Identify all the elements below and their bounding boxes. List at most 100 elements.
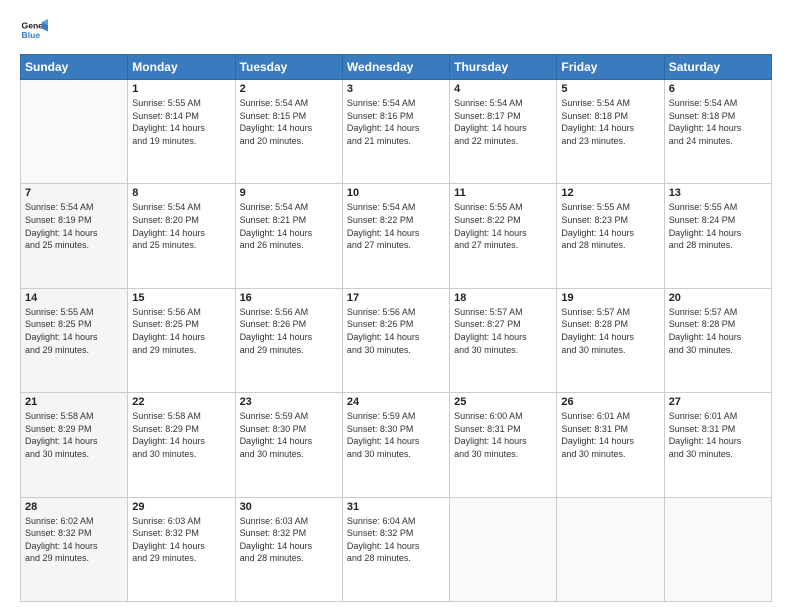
day-info: Sunrise: 5:56 AM Sunset: 8:25 PM Dayligh… (132, 306, 230, 356)
day-number: 13 (669, 187, 767, 199)
day-number: 6 (669, 83, 767, 95)
svg-text:Blue: Blue (22, 30, 41, 40)
day-number: 1 (132, 83, 230, 95)
day-info: Sunrise: 5:55 AM Sunset: 8:24 PM Dayligh… (669, 201, 767, 251)
calendar-cell: 19 Sunrise: 5:57 AM Sunset: 8:28 PM Dayli… (557, 288, 664, 392)
calendar-cell: 30 Sunrise: 6:03 AM Sunset: 8:32 PM Dayli… (235, 497, 342, 601)
day-number: 17 (347, 292, 445, 304)
calendar-cell: 9Sunrise: 5:54 AM Sunset: 8:21 PM Daylig… (235, 184, 342, 288)
day-number: 3 (347, 83, 445, 95)
col-friday: Friday (557, 55, 664, 80)
day-info: Sunrise: 5:54 AM Sunset: 8:20 PM Dayligh… (132, 201, 230, 251)
page: General Blue Sunday Monday Tuesday Wedne… (0, 0, 792, 612)
header: General Blue (20, 16, 772, 44)
calendar-cell: 1 Sunrise: 5:55 AM Sunset: 8:14 PM Daylig… (128, 80, 235, 184)
day-number: 4 (454, 83, 552, 95)
calendar-cell (450, 497, 557, 601)
logo: General Blue (20, 16, 48, 44)
calendar-cell: 4 Sunrise: 5:54 AM Sunset: 8:17 PM Daylig… (450, 80, 557, 184)
day-info: Sunrise: 5:58 AM Sunset: 8:29 PM Dayligh… (25, 410, 123, 460)
calendar-cell: 5 Sunrise: 5:54 AM Sunset: 8:18 PM Daylig… (557, 80, 664, 184)
logo-icon: General Blue (20, 16, 48, 44)
day-info: Sunrise: 5:58 AM Sunset: 8:29 PM Dayligh… (132, 410, 230, 460)
calendar-cell: 28 Sunrise: 6:02 AM Sunset: 8:32 PM Dayli… (21, 497, 128, 601)
day-number: 29 (132, 501, 230, 513)
day-number: 10 (347, 187, 445, 199)
day-number: 20 (669, 292, 767, 304)
calendar-cell: 26 Sunrise: 6:01 AM Sunset: 8:31 PM Dayli… (557, 393, 664, 497)
calendar-cell (664, 497, 771, 601)
day-number: 22 (132, 396, 230, 408)
day-info: Sunrise: 5:55 AM Sunset: 8:23 PM Dayligh… (561, 201, 659, 251)
day-number: 8 (132, 187, 230, 199)
calendar-header: Sunday Monday Tuesday Wednesday Thursday… (21, 55, 772, 80)
day-number: 27 (669, 396, 767, 408)
calendar-cell: 22 Sunrise: 5:58 AM Sunset: 8:29 PM Dayli… (128, 393, 235, 497)
calendar-cell (21, 80, 128, 184)
day-number: 18 (454, 292, 552, 304)
calendar-table: Sunday Monday Tuesday Wednesday Thursday… (20, 54, 772, 602)
day-info: Sunrise: 5:54 AM Sunset: 8:18 PM Dayligh… (561, 97, 659, 147)
day-info: Sunrise: 6:03 AM Sunset: 8:32 PM Dayligh… (240, 515, 338, 565)
day-info: Sunrise: 6:03 AM Sunset: 8:32 PM Dayligh… (132, 515, 230, 565)
calendar-cell: 16 Sunrise: 5:56 AM Sunset: 8:26 PM Dayli… (235, 288, 342, 392)
day-info: Sunrise: 6:04 AM Sunset: 8:32 PM Dayligh… (347, 515, 445, 565)
calendar-cell: 25 Sunrise: 6:00 AM Sunset: 8:31 PM Dayli… (450, 393, 557, 497)
day-info: Sunrise: 5:55 AM Sunset: 8:25 PM Dayligh… (25, 306, 123, 356)
day-number: 15 (132, 292, 230, 304)
day-info: Sunrise: 6:02 AM Sunset: 8:32 PM Dayligh… (25, 515, 123, 565)
day-info: Sunrise: 5:59 AM Sunset: 8:30 PM Dayligh… (240, 410, 338, 460)
day-info: Sunrise: 5:54 AM Sunset: 8:16 PM Dayligh… (347, 97, 445, 147)
day-info: Sunrise: 5:55 AM Sunset: 8:14 PM Dayligh… (132, 97, 230, 147)
calendar-cell: 23 Sunrise: 5:59 AM Sunset: 8:30 PM Dayli… (235, 393, 342, 497)
day-number: 14 (25, 292, 123, 304)
calendar-body: 1 Sunrise: 5:55 AM Sunset: 8:14 PM Daylig… (21, 80, 772, 602)
calendar-cell: 20 Sunrise: 5:57 AM Sunset: 8:28 PM Dayli… (664, 288, 771, 392)
day-info: Sunrise: 5:54 AM Sunset: 8:18 PM Dayligh… (669, 97, 767, 147)
calendar-cell: 12Sunrise: 5:55 AM Sunset: 8:23 PM Dayli… (557, 184, 664, 288)
day-info: Sunrise: 6:00 AM Sunset: 8:31 PM Dayligh… (454, 410, 552, 460)
calendar-cell: 29 Sunrise: 6:03 AM Sunset: 8:32 PM Dayli… (128, 497, 235, 601)
day-info: Sunrise: 5:55 AM Sunset: 8:22 PM Dayligh… (454, 201, 552, 251)
calendar-cell: 2 Sunrise: 5:54 AM Sunset: 8:15 PM Daylig… (235, 80, 342, 184)
header-row: Sunday Monday Tuesday Wednesday Thursday… (21, 55, 772, 80)
day-info: Sunrise: 5:54 AM Sunset: 8:19 PM Dayligh… (25, 201, 123, 251)
calendar-cell: 27Sunrise: 6:01 AM Sunset: 8:31 PM Dayli… (664, 393, 771, 497)
col-wednesday: Wednesday (342, 55, 449, 80)
day-info: Sunrise: 5:57 AM Sunset: 8:28 PM Dayligh… (561, 306, 659, 356)
day-number: 11 (454, 187, 552, 199)
day-number: 21 (25, 396, 123, 408)
col-thursday: Thursday (450, 55, 557, 80)
day-number: 7 (25, 187, 123, 199)
calendar-cell: 18 Sunrise: 5:57 AM Sunset: 8:27 PM Dayli… (450, 288, 557, 392)
calendar-cell: 24Sunrise: 5:59 AM Sunset: 8:30 PM Dayli… (342, 393, 449, 497)
calendar-cell: 14 Sunrise: 5:55 AM Sunset: 8:25 PM Dayli… (21, 288, 128, 392)
day-info: Sunrise: 5:54 AM Sunset: 8:22 PM Dayligh… (347, 201, 445, 251)
day-info: Sunrise: 5:57 AM Sunset: 8:27 PM Dayligh… (454, 306, 552, 356)
calendar-cell: 13 Sunrise: 5:55 AM Sunset: 8:24 PM Dayli… (664, 184, 771, 288)
day-number: 26 (561, 396, 659, 408)
day-number: 2 (240, 83, 338, 95)
day-number: 25 (454, 396, 552, 408)
day-number: 23 (240, 396, 338, 408)
col-sunday: Sunday (21, 55, 128, 80)
day-info: Sunrise: 6:01 AM Sunset: 8:31 PM Dayligh… (561, 410, 659, 460)
day-number: 19 (561, 292, 659, 304)
day-info: Sunrise: 5:57 AM Sunset: 8:28 PM Dayligh… (669, 306, 767, 356)
calendar-cell: 10 Sunrise: 5:54 AM Sunset: 8:22 PM Dayli… (342, 184, 449, 288)
day-number: 30 (240, 501, 338, 513)
day-info: Sunrise: 5:56 AM Sunset: 8:26 PM Dayligh… (240, 306, 338, 356)
day-number: 16 (240, 292, 338, 304)
calendar-cell (557, 497, 664, 601)
day-number: 28 (25, 501, 123, 513)
calendar-cell: 11 Sunrise: 5:55 AM Sunset: 8:22 PM Dayli… (450, 184, 557, 288)
day-info: Sunrise: 5:54 AM Sunset: 8:21 PM Dayligh… (240, 201, 338, 251)
day-info: Sunrise: 5:54 AM Sunset: 8:15 PM Dayligh… (240, 97, 338, 147)
col-monday: Monday (128, 55, 235, 80)
day-info: Sunrise: 5:56 AM Sunset: 8:26 PM Dayligh… (347, 306, 445, 356)
day-number: 5 (561, 83, 659, 95)
col-tuesday: Tuesday (235, 55, 342, 80)
day-info: Sunrise: 5:54 AM Sunset: 8:17 PM Dayligh… (454, 97, 552, 147)
calendar-cell: 15 Sunrise: 5:56 AM Sunset: 8:25 PM Dayli… (128, 288, 235, 392)
calendar-cell: 8 Sunrise: 5:54 AM Sunset: 8:20 PM Daylig… (128, 184, 235, 288)
